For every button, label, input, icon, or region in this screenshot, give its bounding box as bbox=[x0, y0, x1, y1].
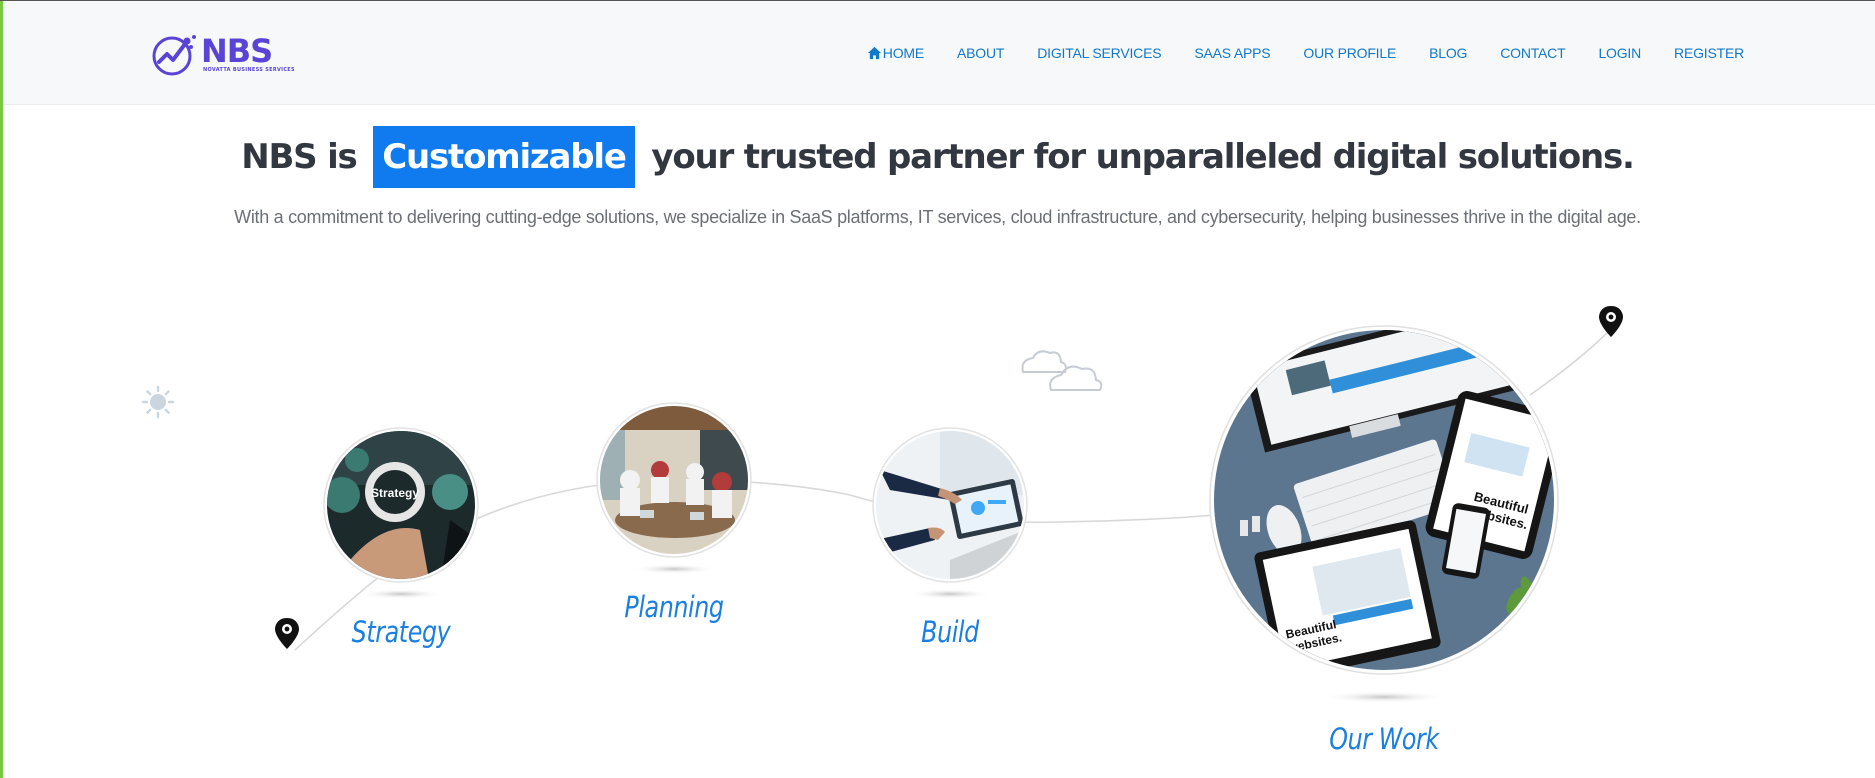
step-label-planning: Planning bbox=[624, 590, 724, 624]
svg-text:Beautiful: Beautiful bbox=[1472, 489, 1530, 517]
nbs-logo[interactable]: NBS NOVATTA BUSINESS SERVICES bbox=[151, 32, 299, 78]
nav-home[interactable]: HOME bbox=[867, 45, 924, 61]
nav-login[interactable]: LOGIN bbox=[1598, 45, 1641, 61]
step-label-build: Build bbox=[921, 615, 979, 649]
timeline-graphics: Strategy Beautiful websites. Beautiful w… bbox=[141, 306, 1623, 703]
process-timeline: Strategy Beautiful websites. Beautiful w… bbox=[0, 0, 1875, 778]
sun-icon bbox=[141, 385, 175, 419]
timeline-path bbox=[294, 329, 1611, 651]
map-pin-icon bbox=[1599, 306, 1623, 337]
nav-about[interactable]: ABOUT bbox=[957, 45, 1004, 61]
page-top-border bbox=[0, 0, 1875, 1]
step-label-strategy: Strategy bbox=[351, 615, 451, 649]
strategy-gears-image: Strategy bbox=[323, 427, 479, 583]
logo-emblem-icon bbox=[152, 35, 196, 76]
logo-tagline: NOVATTA BUSINESS SERVICES bbox=[203, 67, 295, 73]
svg-text:Strategy: Strategy bbox=[371, 486, 419, 500]
build-laptop-image bbox=[872, 427, 1028, 583]
hero-title-suffix: your trusted partner for unparalleled di… bbox=[651, 137, 1635, 177]
nav-blog[interactable]: BLOG bbox=[1429, 45, 1467, 61]
nav-saas-apps[interactable]: SAAS APPS bbox=[1194, 45, 1270, 61]
page-left-border bbox=[0, 0, 3, 778]
nav-contact[interactable]: CONTACT bbox=[1500, 45, 1565, 61]
svg-text:websites.: websites. bbox=[1468, 503, 1529, 532]
hero-subtitle: With a commitment to delivering cutting-… bbox=[234, 207, 1641, 227]
our-work-devices-image: Beautiful websites. Beautiful websites. bbox=[1209, 325, 1559, 675]
hero-title-prefix: NBS is bbox=[241, 137, 358, 177]
nav-digital-services[interactable]: DIGITAL SERVICES bbox=[1037, 45, 1161, 61]
cloud-icon bbox=[1021, 350, 1103, 391]
svg-text:websites.: websites. bbox=[1286, 630, 1343, 655]
nav-register[interactable]: REGISTER bbox=[1674, 45, 1744, 61]
svg-text:Beautiful: Beautiful bbox=[1284, 617, 1337, 641]
logo-wordmark: NBS bbox=[201, 32, 273, 70]
hero-title-highlight: Customizable bbox=[373, 126, 635, 188]
main-nav: HOME ABOUT DIGITAL SERVICES SAAS APPS OU… bbox=[867, 45, 1744, 61]
planning-meeting-image bbox=[596, 402, 752, 558]
home-icon bbox=[867, 46, 881, 60]
hero-title: NBS is Customizable your trusted partner… bbox=[0, 126, 1875, 188]
top-navbar: NBS NOVATTA BUSINESS SERVICES HOME ABOUT… bbox=[3, 1, 1875, 105]
nav-our-profile[interactable]: OUR PROFILE bbox=[1303, 45, 1396, 61]
nav-home-label: HOME bbox=[882, 45, 924, 61]
map-pin-icon bbox=[275, 618, 299, 649]
step-label-our-work: Our Work bbox=[1329, 722, 1439, 756]
